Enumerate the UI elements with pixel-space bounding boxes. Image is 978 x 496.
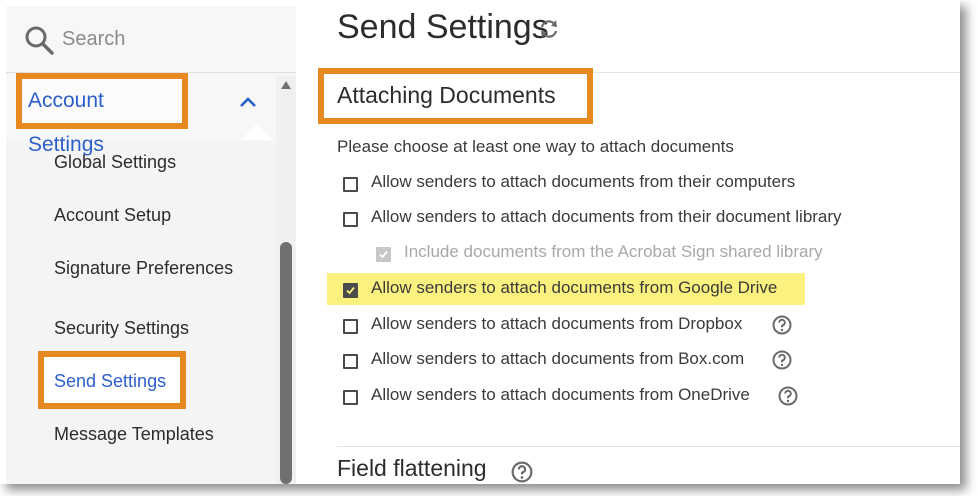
section-divider — [337, 446, 960, 447]
checkbox-checked[interactable] — [343, 283, 358, 298]
help-icon[interactable] — [778, 386, 798, 406]
sidebar-item-global-settings[interactable]: Global Settings — [54, 152, 176, 173]
attach-instruction: Please choose at least one way to attach… — [337, 137, 734, 156]
scroll-up-icon[interactable] — [280, 80, 292, 90]
help-icon[interactable] — [772, 350, 792, 370]
sidebar-divider — [296, 0, 314, 484]
checkbox[interactable] — [343, 212, 358, 227]
search-input[interactable]: Search — [62, 28, 125, 51]
refresh-icon[interactable] — [538, 18, 560, 40]
sidebar-item-message-templates[interactable]: Message Templates — [54, 424, 214, 445]
section-title-field-flattening: Field flattening — [337, 455, 533, 483]
sidebar-item-send-settings[interactable]: Send Settings — [54, 371, 166, 392]
checkbox[interactable] — [343, 354, 358, 369]
search-box[interactable]: Search — [6, 6, 296, 73]
checkbox[interactable] — [343, 390, 358, 405]
section-title-attaching-documents: Attaching Documents — [337, 82, 556, 108]
option-label: Allow senders to attach documents from t… — [371, 207, 842, 226]
option-label: Allow senders to attach documents from B… — [371, 349, 745, 368]
search-icon — [25, 26, 54, 55]
app-window: Search Account Settings Global Settings … — [0, 0, 960, 484]
checkbox-disabled — [376, 247, 391, 262]
sidebar-section-label[interactable]: Account Settings — [16, 73, 188, 156]
sidebar-item-signature-preferences[interactable]: Signature Preferences — [54, 258, 233, 279]
help-icon[interactable] — [772, 315, 792, 335]
help-icon[interactable] — [511, 461, 533, 483]
page-title: Send Settings — [337, 8, 549, 46]
option-label: Allow senders to attach documents from O… — [371, 385, 750, 404]
checkbox[interactable] — [343, 319, 358, 334]
option-label: Allow senders to attach documents from D… — [371, 314, 743, 333]
field-flattening-label: Field flattening — [337, 455, 487, 481]
sidebar: Search Account Settings Global Settings … — [6, 6, 296, 484]
checkbox[interactable] — [343, 177, 358, 192]
scrollbar-thumb[interactable] — [280, 242, 292, 484]
option-label: Include documents from the Acrobat Sign … — [404, 242, 823, 261]
sidebar-item-account-setup[interactable]: Account Setup — [54, 205, 171, 226]
sidebar-pointer — [241, 124, 273, 140]
chevron-up-icon[interactable] — [238, 95, 258, 109]
sidebar-item-security-settings[interactable]: Security Settings — [54, 318, 189, 339]
option-label: Allow senders to attach documents from G… — [371, 278, 778, 297]
option-label: Allow senders to attach documents from t… — [371, 172, 796, 191]
